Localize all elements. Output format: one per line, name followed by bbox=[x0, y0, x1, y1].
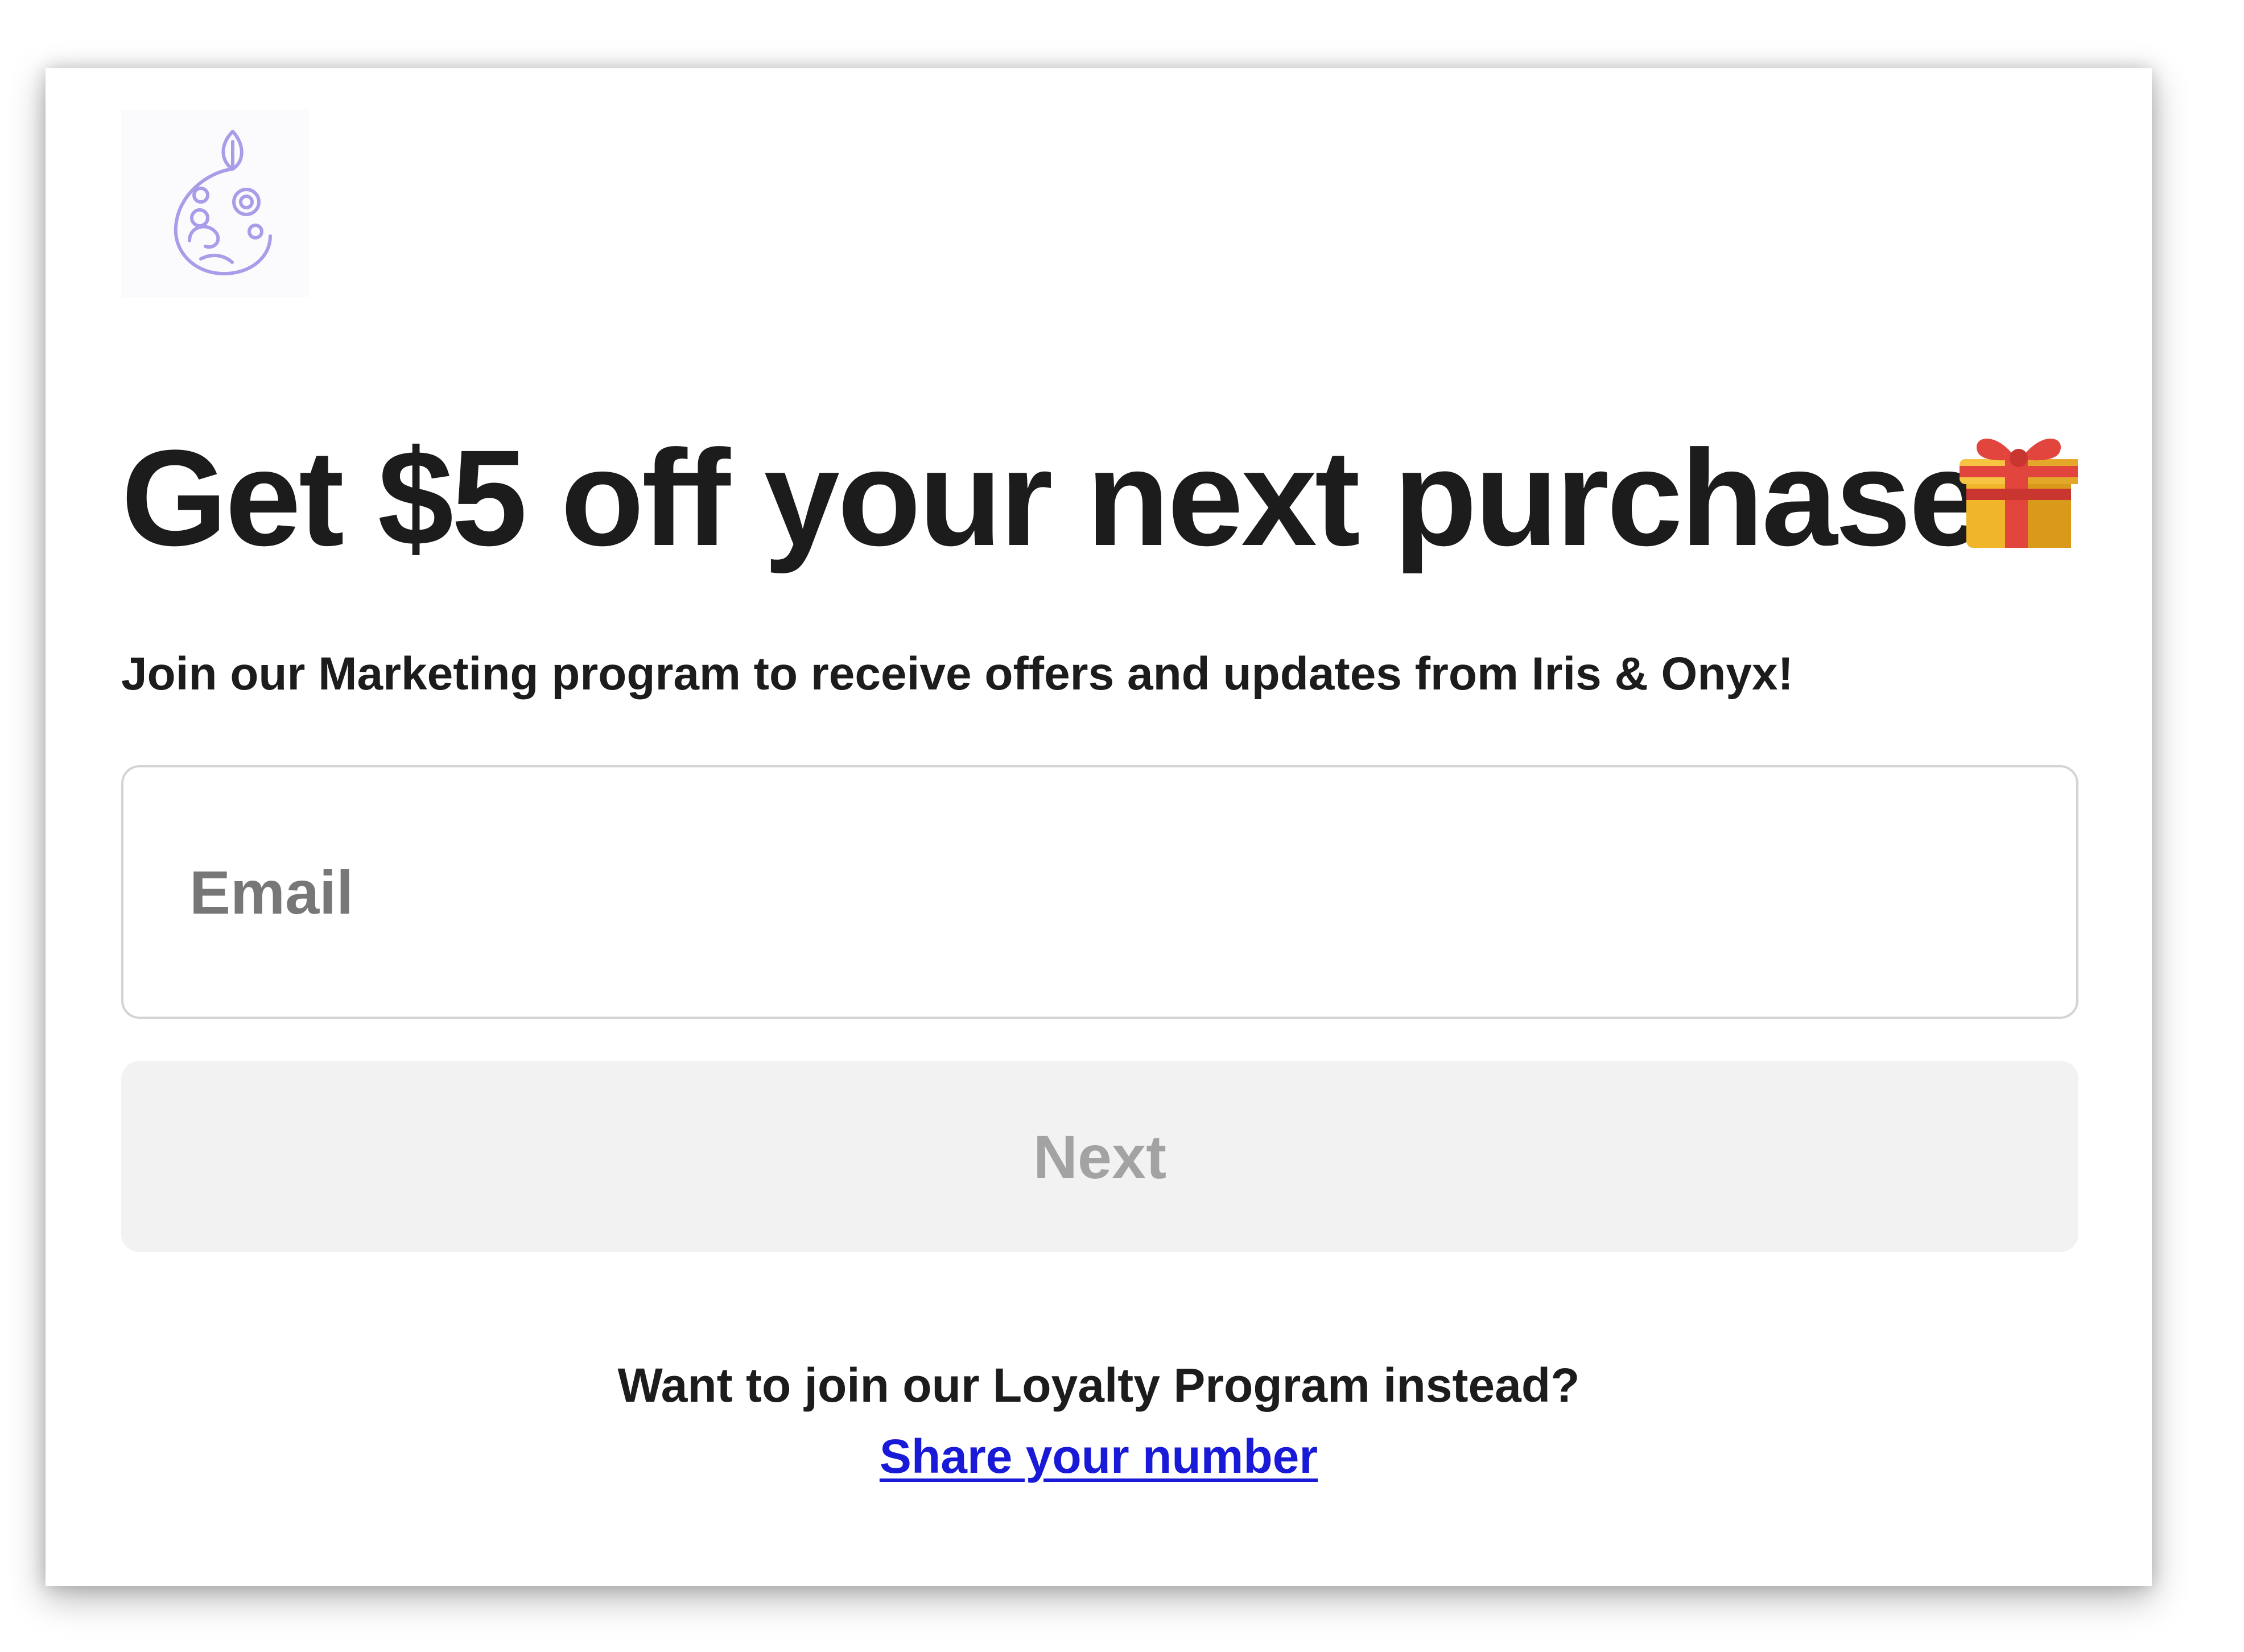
page-title: Get $5 off your next purchase bbox=[121, 422, 1985, 574]
share-number-link-wrapper: Share your number bbox=[46, 1425, 2152, 1488]
email-field[interactable] bbox=[121, 765, 2078, 1019]
share-number-link[interactable]: Share your number bbox=[880, 1430, 1318, 1483]
loyalty-question: Want to join our Loyalty Program instead… bbox=[617, 1358, 1580, 1412]
gift-icon bbox=[1950, 418, 2087, 555]
subtitle: Join our Marketing program to receive of… bbox=[121, 648, 1793, 700]
leaf-swirl-logo-icon bbox=[174, 130, 272, 276]
brand-logo bbox=[121, 110, 309, 298]
email-input[interactable] bbox=[189, 767, 2010, 1017]
signup-card: Get $5 off your next purchase Join our M… bbox=[46, 68, 2152, 1586]
next-button[interactable]: Next bbox=[121, 1061, 2078, 1252]
